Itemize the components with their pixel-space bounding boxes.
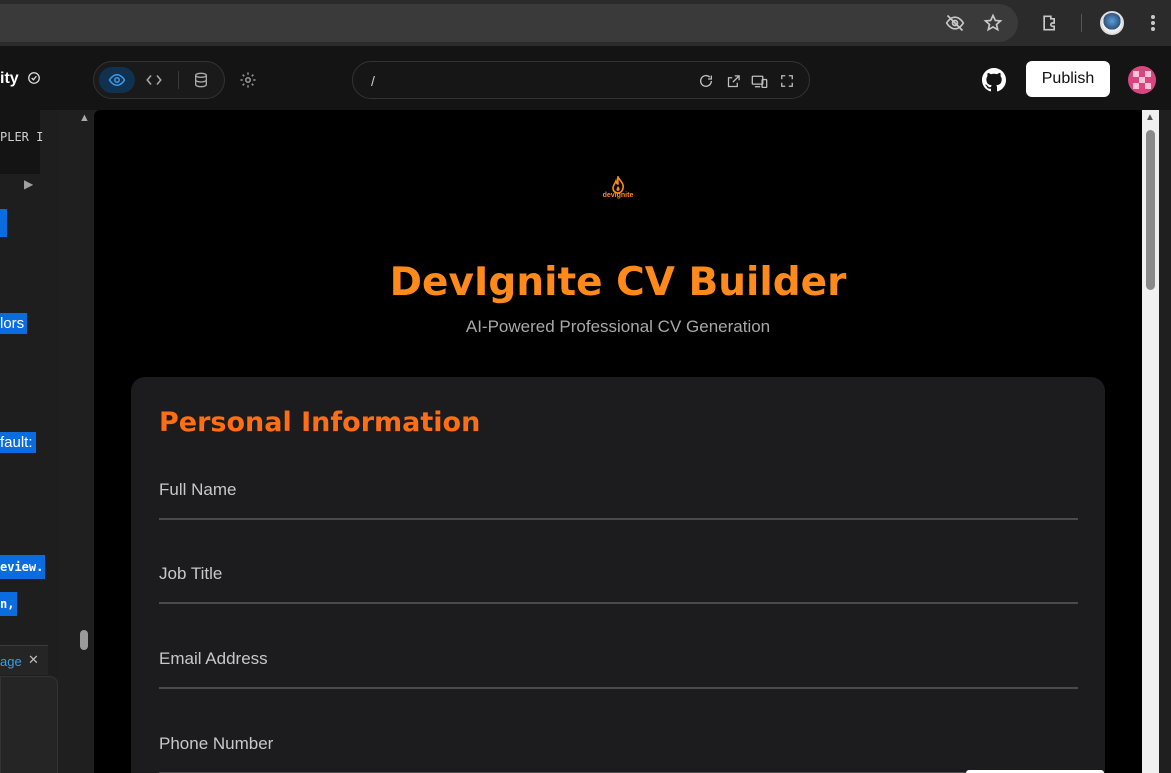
personal-info-card: Personal Information Full Name Job Title…: [131, 377, 1105, 773]
database-mode-button[interactable]: [183, 67, 219, 93]
job-title-label: Job Title: [159, 564, 223, 583]
open-new-tab-icon[interactable]: [724, 72, 742, 90]
editor-input-box[interactable]: [0, 676, 58, 773]
more-vert-icon[interactable]: [1142, 12, 1164, 34]
scroll-up-icon[interactable]: ▲: [79, 112, 90, 124]
highlighted-text: fault:: [0, 432, 36, 453]
profile-icon[interactable]: [1100, 11, 1124, 35]
preview-scrollbar[interactable]: ▲: [1142, 110, 1159, 773]
url-path[interactable]: /: [371, 73, 375, 89]
segment-divider: [178, 71, 179, 89]
user-avatar[interactable]: [1128, 66, 1156, 94]
right-gutter: [1159, 110, 1171, 773]
toolbar-divider: [1081, 14, 1082, 32]
editor-scrollbar[interactable]: ▲: [76, 110, 94, 773]
scroll-up-icon[interactable]: ▲: [1145, 112, 1155, 123]
highlighted-text: lors: [0, 313, 28, 334]
extensions-icon[interactable]: [1039, 12, 1061, 34]
job-title-field[interactable]: Job Title: [159, 546, 1078, 604]
app-toolbar: ity / Publish: [0, 46, 1171, 110]
close-icon[interactable]: ✕: [28, 652, 39, 668]
code-fragment: PLER I: [0, 130, 44, 144]
highlighted-text: n,: [0, 592, 18, 616]
scrollbar-thumb[interactable]: [1146, 130, 1155, 290]
publish-button[interactable]: Publish: [1026, 61, 1110, 97]
full-name-field[interactable]: Full Name: [159, 462, 1078, 520]
view-mode-switcher: [93, 61, 225, 99]
address-bar[interactable]: [0, 4, 1018, 42]
highlighted-text: [0, 209, 7, 237]
phone-label: Phone Number: [159, 734, 274, 753]
section-title: Personal Information: [159, 407, 481, 438]
browser-toolbar: [0, 0, 1171, 46]
play-icon[interactable]: ▶: [24, 177, 33, 191]
code-mode-button[interactable]: [136, 67, 172, 93]
page-title: DevIgnite CV Builder: [389, 260, 847, 305]
fullscreen-icon[interactable]: [778, 72, 796, 90]
editor-panel: PLER I ▶ lors fault: eview. n, age ✕: [0, 110, 58, 773]
code-snippet: PLER I: [0, 110, 44, 174]
full-name-label: Full Name: [159, 480, 237, 499]
email-field[interactable]: Email Address: [159, 631, 1078, 689]
email-label: Email Address: [159, 649, 268, 668]
eye-off-icon[interactable]: [944, 12, 966, 34]
scrollbar-thumb[interactable]: [80, 630, 88, 650]
github-icon[interactable]: [982, 68, 1006, 92]
status-icon: [27, 71, 41, 88]
preview-pane: devignite DevIgnite CV Builder AI-Powere…: [94, 110, 1142, 773]
devignite-logo: devignite: [600, 176, 636, 206]
star-icon[interactable]: [982, 12, 1004, 34]
app-title: ity: [0, 70, 19, 87]
preview-url-bar[interactable]: /: [352, 61, 810, 99]
responsive-devices-icon[interactable]: [750, 72, 768, 90]
preview-mode-button[interactable]: [99, 67, 135, 93]
highlighted-text: eview.: [0, 555, 46, 579]
editor-tab-label: age: [0, 654, 22, 669]
page-subtitle: AI-Powered Professional CV Generation: [465, 317, 771, 336]
phone-field[interactable]: Phone Number: [159, 716, 1078, 773]
settings-gear-icon[interactable]: [237, 69, 259, 91]
reload-icon[interactable]: [697, 72, 715, 90]
editor-tab[interactable]: age ✕: [0, 645, 48, 675]
logo-text: devignite: [602, 192, 634, 199]
